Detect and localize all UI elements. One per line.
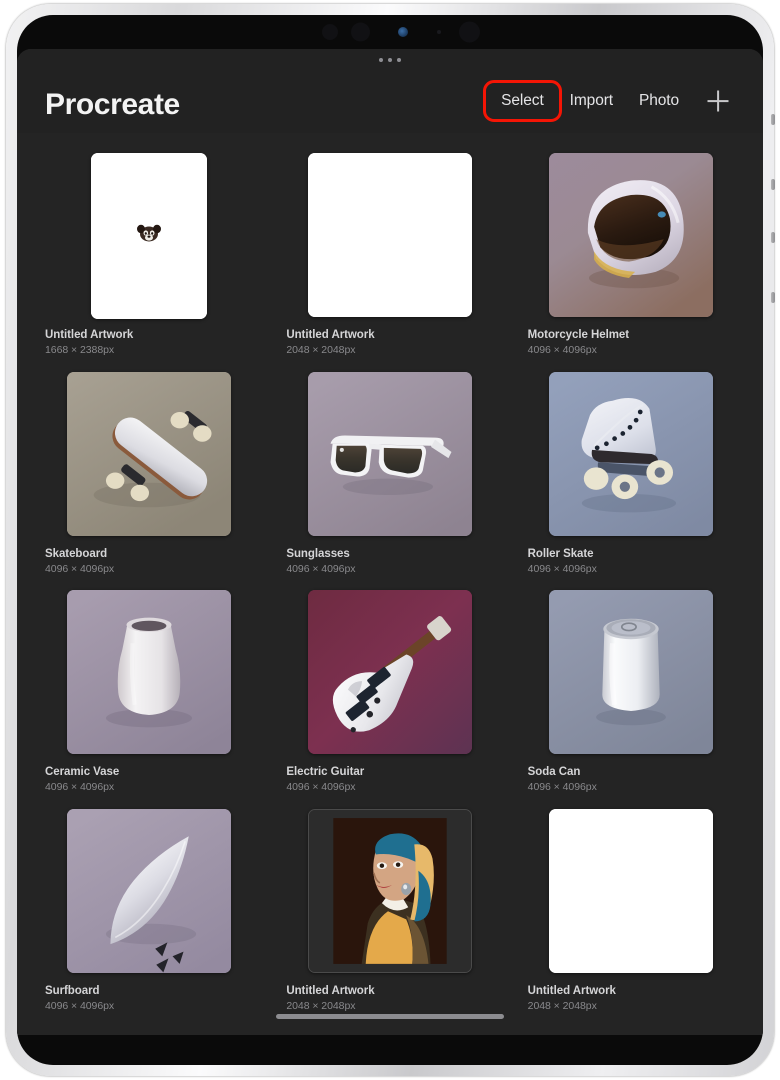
artwork-title: Surfboard [45,984,100,997]
artwork-thumbnail[interactable] [307,808,472,973]
artwork-card[interactable]: Roller Skate 4096 × 4096px [528,371,735,577]
artwork-thumbnail[interactable] [307,153,472,317]
page-title: Procreate [45,88,180,121]
artwork-card[interactable]: Ceramic Vase 4096 × 4096px [45,590,252,795]
microphone-icon [437,30,441,34]
artwork-card[interactable]: Surfboard 4096 × 4096px [45,808,252,1014]
artwork-thumbnail[interactable] [549,808,714,973]
artwork-thumbnail[interactable] [66,371,231,536]
artwork-grid: Untitled Artwork 1668 × 2388px Untitled … [45,153,735,1013]
artwork-title: Soda Can [527,766,581,779]
artwork-meta: Ceramic Vase 4096 × 4096px [45,756,252,795]
side-connector-pip [771,179,775,190]
home-indicator[interactable] [276,1014,504,1019]
artwork-title: Ceramic Vase [45,766,120,779]
side-connector-pip [771,232,775,243]
artwork-title: Untitled Artwork [527,984,616,997]
artwork-thumbnail[interactable] [549,153,714,317]
artwork-card[interactable]: Soda Can 4096 × 4096px [528,590,735,795]
select-button-wrapper: Select [483,80,562,122]
artwork-thumbnail[interactable] [90,153,207,319]
artwork-meta: Untitled Artwork 1668 × 2388px [45,319,252,358]
artwork-meta: Untitled Artwork 2048 × 2048px [286,975,493,1014]
artwork-thumbnail-area [528,153,735,319]
artwork-thumbnail-area [528,371,735,538]
artwork-thumbnail[interactable] [66,808,231,973]
artwork-dimensions: 4096 × 4096px [286,781,356,794]
artwork-title: Untitled Artwork [286,329,375,341]
artwork-title: Roller Skate [527,547,594,560]
artwork-thumbnail[interactable] [549,371,714,536]
side-connector-pip [771,292,775,303]
artwork-dimensions: 4096 × 4096px [527,562,597,575]
artwork-dimensions: 1668 × 2388px [45,344,115,357]
front-camera-icon [398,27,408,37]
artwork-meta: Untitled Artwork 2048 × 2048px [528,975,735,1014]
artwork-card[interactable]: Skateboard 4096 × 4096px [45,371,252,577]
artwork-thumbnail-area [528,808,735,975]
speaker-grille-icon [351,22,370,42]
speaker-grille-icon [459,21,480,43]
artwork-meta: Untitled Artwork 2048 × 2048px [286,319,493,358]
artwork-thumbnail-area [286,153,493,319]
artwork-dimensions: 2048 × 2048px [527,1000,597,1013]
artwork-dimensions: 2048 × 2048px [286,344,356,357]
artwork-card[interactable]: Untitled Artwork 2048 × 2048px [286,808,493,1014]
artwork-meta: Motorcycle Helmet 4096 × 4096px [528,319,735,358]
artwork-gallery[interactable]: Untitled Artwork 1668 × 2388px Untitled … [17,133,763,1035]
artwork-dimensions: 4096 × 4096px [286,562,356,575]
artwork-card[interactable]: Motorcycle Helmet 4096 × 4096px [528,153,735,358]
artwork-dimensions: 4096 × 4096px [45,1000,115,1013]
artwork-thumbnail-area [286,371,493,538]
artwork-dimensions: 4096 × 4096px [527,781,597,794]
side-connector-pip [771,114,775,125]
artwork-card[interactable]: Untitled Artwork 2048 × 2048px [286,153,493,358]
import-button[interactable]: Import [557,87,626,115]
artwork-meta: Skateboard 4096 × 4096px [45,538,252,577]
procreate-app-window: Procreate Select Import Photo Untitled A… [17,49,763,1035]
artwork-thumbnail[interactable] [307,371,472,536]
artwork-dimensions: 4096 × 4096px [45,562,115,575]
artwork-dimensions: 4096 × 4096px [45,781,115,794]
toolbar-actions: Select Import Photo [483,80,735,123]
artwork-thumbnail-area [45,590,252,756]
artwork-card[interactable]: Untitled Artwork 1668 × 2388px [45,153,252,358]
multitask-handle-icon[interactable] [379,58,401,62]
artwork-title: Sunglasses [286,547,350,560]
artwork-card[interactable]: Untitled Artwork 2048 × 2048px [528,808,735,1014]
artwork-title: Electric Guitar [286,766,365,779]
artwork-thumbnail-area [45,371,252,538]
artwork-thumbnail-area [528,590,735,756]
artwork-thumbnail-area [45,808,252,975]
artwork-thumbnail-area [286,590,493,756]
speaker-grille-icon [322,24,338,40]
artwork-thumbnail-area [45,153,252,319]
artwork-card[interactable]: Electric Guitar 4096 × 4096px [286,590,493,795]
artwork-thumbnail[interactable] [66,590,231,755]
artwork-title: Skateboard [45,547,108,560]
photo-button[interactable]: Photo [626,87,692,115]
artwork-title: Untitled Artwork [286,984,375,997]
artwork-dimensions: 4096 × 4096px [527,344,597,357]
artwork-thumbnail[interactable] [549,590,714,755]
select-button[interactable]: Select [488,87,556,115]
artwork-meta: Roller Skate 4096 × 4096px [528,538,735,577]
plus-icon[interactable] [701,84,735,118]
artwork-thumbnail-area [286,808,493,975]
device-bezel: Procreate Select Import Photo Untitled A… [17,15,763,1065]
device-sensor-bar [17,15,763,49]
artwork-card[interactable]: Sunglasses 4096 × 4096px [286,371,493,577]
artwork-dimensions: 2048 × 2048px [286,1000,356,1013]
artwork-meta: Surfboard 4096 × 4096px [45,975,252,1014]
artwork-meta: Sunglasses 4096 × 4096px [286,538,493,577]
artwork-meta: Soda Can 4096 × 4096px [528,756,735,795]
artwork-meta: Electric Guitar 4096 × 4096px [286,756,493,795]
artwork-title: Motorcycle Helmet [527,329,630,341]
artwork-thumbnail[interactable] [307,590,472,755]
artwork-title: Untitled Artwork [45,329,134,341]
ipad-device-frame: Procreate Select Import Photo Untitled A… [6,4,775,1076]
